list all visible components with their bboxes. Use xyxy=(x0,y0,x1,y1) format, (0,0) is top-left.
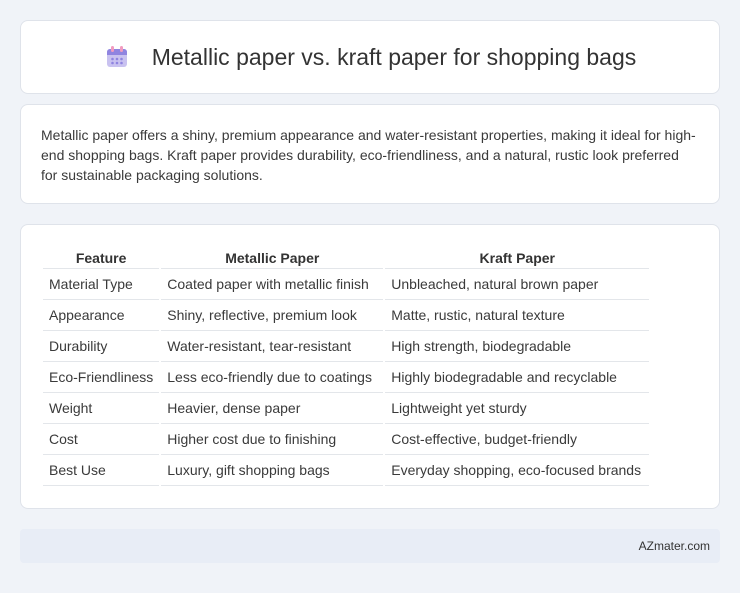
metallic-cell: Luxury, gift shopping bags xyxy=(161,455,384,486)
metallic-cell: Water-resistant, tear-resistant xyxy=(161,331,384,362)
footer-bar: AZmater.com xyxy=(20,529,720,563)
feature-cell: Best Use xyxy=(43,455,160,486)
feature-cell: Cost xyxy=(43,424,160,455)
metallic-cell: Coated paper with metallic finish xyxy=(161,269,384,300)
table-row: Appearance Shiny, reflective, premium lo… xyxy=(43,300,650,331)
table-row: Cost Higher cost due to finishing Cost-e… xyxy=(43,424,650,455)
header-feature: Feature xyxy=(43,247,160,269)
calendar-icon xyxy=(104,44,130,70)
kraft-cell: Matte, rustic, natural texture xyxy=(385,300,650,331)
feature-cell: Eco-Friendliness xyxy=(43,362,160,393)
kraft-cell: Cost-effective, budget-friendly xyxy=(385,424,650,455)
header-metallic-paper: Metallic Paper xyxy=(161,247,384,269)
kraft-cell: Everyday shopping, eco-focused brands xyxy=(385,455,650,486)
title-card: Metallic paper vs. kraft paper for shopp… xyxy=(20,20,720,94)
feature-cell: Appearance xyxy=(43,300,160,331)
kraft-cell: Lightweight yet sturdy xyxy=(385,393,650,424)
metallic-cell: Less eco-friendly due to coatings xyxy=(161,362,384,393)
table-header-row: Feature Metallic Paper Kraft Paper xyxy=(43,247,650,269)
page-title: Metallic paper vs. kraft paper for shopp… xyxy=(151,43,637,70)
metallic-cell: Higher cost due to finishing xyxy=(161,424,384,455)
footer-site-label: AZmater.com xyxy=(638,539,710,553)
feature-cell: Durability xyxy=(43,331,160,362)
intro-paragraph: Metallic paper offers a shiny, premium a… xyxy=(41,127,696,183)
kraft-cell: Highly biodegradable and recyclable xyxy=(385,362,650,393)
header-kraft-paper: Kraft Paper xyxy=(385,247,650,269)
table-row: Best Use Luxury, gift shopping bags Ever… xyxy=(43,455,650,486)
kraft-cell: Unbleached, natural brown paper xyxy=(385,269,650,300)
comparison-table: Feature Metallic Paper Kraft Paper Mater… xyxy=(41,247,651,486)
metallic-cell: Shiny, reflective, premium look xyxy=(161,300,384,331)
table-row: Durability Water-resistant, tear-resista… xyxy=(43,331,650,362)
comparison-card: Feature Metallic Paper Kraft Paper Mater… xyxy=(20,224,720,509)
metallic-cell: Heavier, dense paper xyxy=(161,393,384,424)
table-row: Weight Heavier, dense paper Lightweight … xyxy=(43,393,650,424)
kraft-cell: High strength, biodegradable xyxy=(385,331,650,362)
table-row: Eco-Friendliness Less eco-friendly due t… xyxy=(43,362,650,393)
intro-card: Metallic paper offers a shiny, premium a… xyxy=(20,104,720,204)
feature-cell: Material Type xyxy=(43,269,160,300)
table-row: Material Type Coated paper with metallic… xyxy=(43,269,650,300)
feature-cell: Weight xyxy=(43,393,160,424)
